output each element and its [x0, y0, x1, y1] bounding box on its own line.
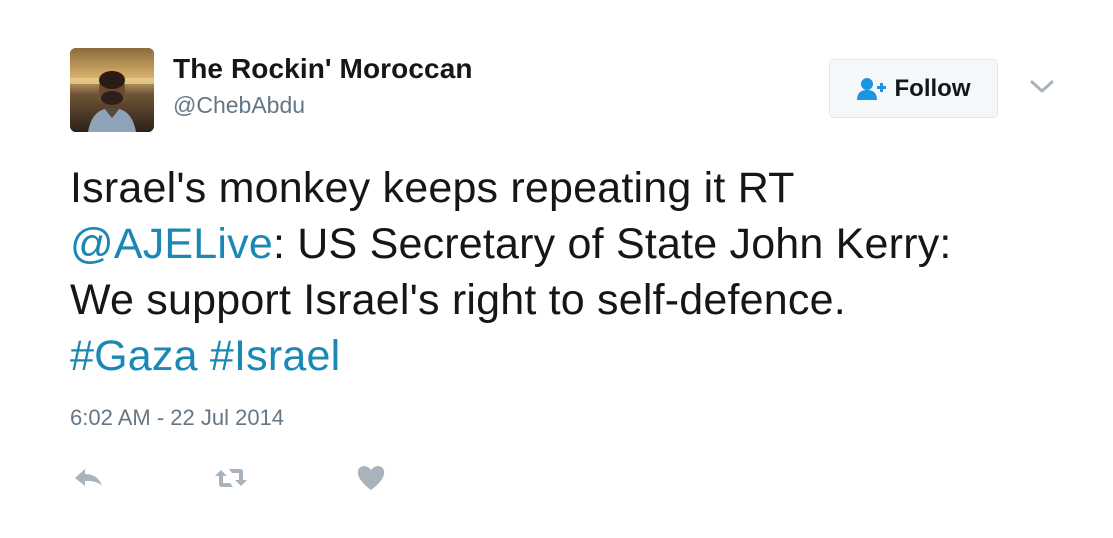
- follow-label: Follow: [894, 74, 971, 102]
- avatar[interactable]: [70, 48, 154, 132]
- tweet-text: Israel's monkey keeps repeating it RT @A…: [70, 160, 1080, 384]
- tweet-text-line: Israel's monkey keeps repeating it RT: [70, 160, 1080, 216]
- retweet-icon[interactable]: [212, 462, 250, 494]
- tweet-text-segment: We support Israel's right to self-defenc…: [70, 276, 846, 324]
- heart-icon[interactable]: [356, 462, 386, 494]
- user-handle[interactable]: @ChebAbdu: [173, 92, 305, 119]
- display-name[interactable]: The Rockin' Moroccan: [173, 53, 473, 85]
- reply-icon[interactable]: [72, 462, 106, 494]
- tweet-timestamp[interactable]: 6:02 AM - 22 Jul 2014: [70, 405, 284, 431]
- tweet-text-segment: Israel's monkey keeps repeating it RT: [70, 164, 795, 212]
- mention-link[interactable]: @AJELive: [70, 220, 273, 268]
- tweet-text-line: @AJELive: US Secretary of State John Ker…: [70, 216, 1080, 272]
- add-user-icon: [856, 77, 887, 101]
- hashtag-link-gaza[interactable]: #Gaza: [70, 332, 198, 380]
- tweet-text-line: We support Israel's right to self-defenc…: [70, 272, 1080, 328]
- avatar-photo: [70, 48, 154, 132]
- tweet-card: The Rockin' Moroccan @ChebAbdu Follow Is…: [0, 0, 1113, 538]
- hashtag-link-israel[interactable]: #Israel: [210, 332, 340, 380]
- follow-button[interactable]: Follow: [829, 59, 998, 118]
- chevron-down-icon[interactable]: [1028, 76, 1056, 98]
- tweet-text-segment: : US Secretary of State John Kerry:: [273, 220, 952, 268]
- tweet-text-line: #Gaza #Israel: [70, 328, 1080, 384]
